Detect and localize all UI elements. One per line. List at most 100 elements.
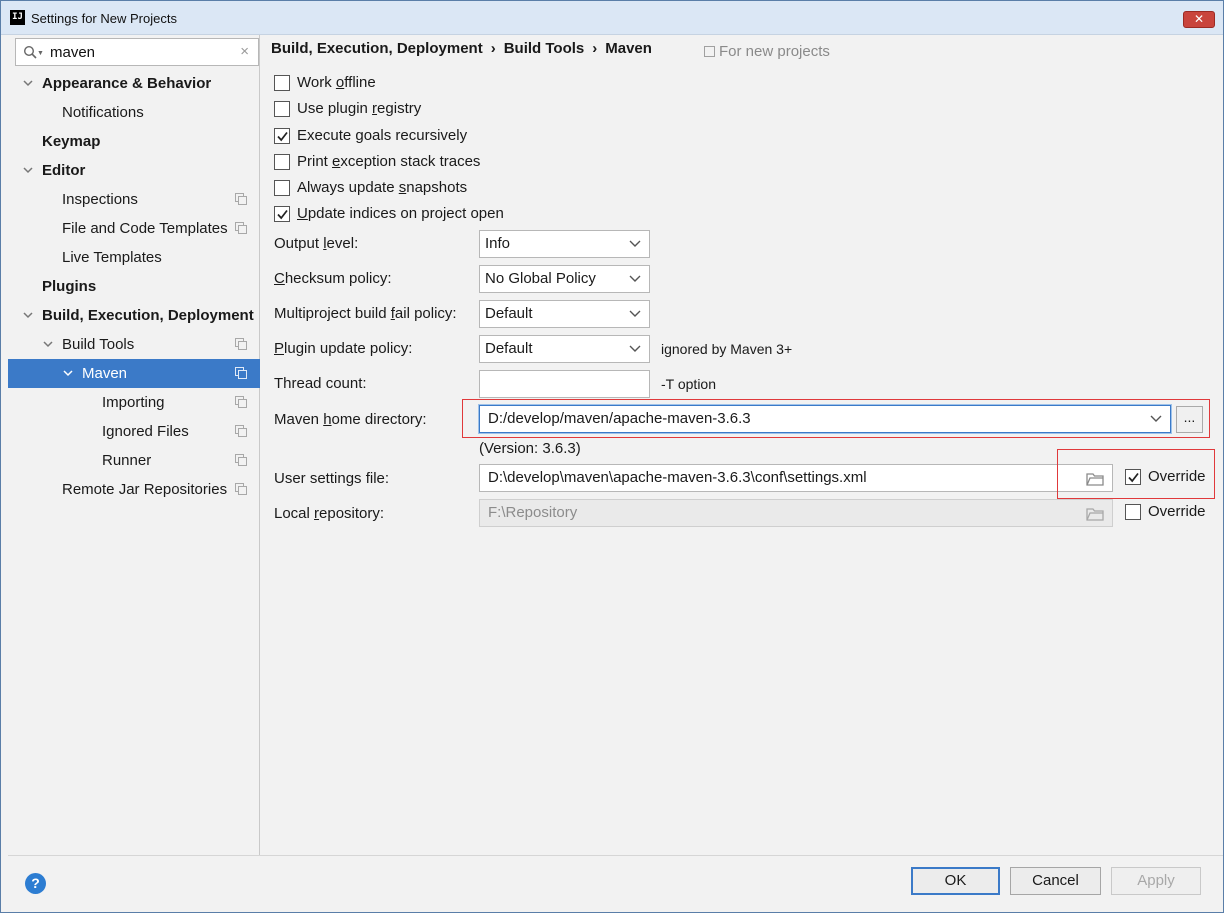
maven-version-label: (Version: 3.6.3) (479, 440, 581, 457)
multiproject-fail-policy-select[interactable]: Default (479, 300, 650, 328)
tree-item-label: Plugins (42, 278, 97, 295)
checkbox-box[interactable] (274, 101, 290, 117)
breadcrumb-separator: › (592, 40, 598, 57)
checkbox-box[interactable] (274, 154, 290, 170)
search-value: maven (50, 44, 96, 61)
user-settings-input[interactable]: D:\develop\maven\apache-maven-3.6.3\conf… (479, 464, 1113, 492)
output-level-select[interactable]: Info (479, 230, 650, 258)
tree-item[interactable]: Build Tools (8, 330, 260, 359)
project-scope-icon (235, 193, 247, 205)
tree-item-label: Appearance & Behavior (42, 75, 212, 92)
search-history-chevron-icon[interactable]: ▼ (37, 50, 44, 57)
tree-item[interactable]: Live Templates (8, 243, 260, 272)
checksum-policy-select[interactable]: No Global Policy (479, 265, 650, 293)
app-logo-icon: IJ (10, 10, 25, 25)
tree-item[interactable]: Keymap (8, 127, 260, 156)
project-scope-icon (235, 425, 247, 437)
tree-item[interactable]: Importing (8, 388, 260, 417)
tree-item[interactable]: Remote Jar Repositories (8, 475, 260, 504)
tree-item[interactable]: Notifications (8, 98, 260, 127)
tree-item-label: Notifications (62, 104, 144, 121)
close-icon[interactable]: ✕ (1183, 11, 1215, 28)
expand-arrow-icon[interactable] (22, 164, 34, 176)
tree-item-label: Remote Jar Repositories (62, 481, 228, 498)
checkbox-box[interactable] (274, 180, 290, 196)
checkbox-label: Update indices on project open (297, 205, 504, 222)
clear-search-icon[interactable]: × (240, 43, 249, 60)
settings-sidebar: ▼ maven × Appearance & Behavior Notificat… (8, 35, 260, 855)
checkbox-box[interactable] (274, 206, 290, 222)
breadcrumb-item[interactable]: Build, Execution, Deployment (271, 40, 483, 57)
tree-item-label: File and Code Templates (62, 220, 228, 237)
checkbox-label: Work offline (297, 74, 376, 91)
local-repository-input[interactable]: F:\Repository (479, 499, 1113, 527)
tree-item-label: Build Tools (62, 336, 135, 353)
tree-item[interactable]: Maven (8, 359, 260, 388)
tree-item-label: Ignored Files (102, 423, 189, 440)
tree-item[interactable]: Editor (8, 156, 260, 185)
project-scope-icon (235, 483, 247, 495)
plugin-update-policy-select[interactable]: Default (479, 335, 650, 363)
tree-item[interactable]: Runner (8, 446, 260, 475)
title-bar: IJ Settings for New Projects ✕ (1, 1, 1223, 35)
folder-icon[interactable] (1086, 506, 1104, 521)
tree-item[interactable]: Ignored Files (8, 417, 260, 446)
help-icon[interactable]: ? (25, 873, 46, 894)
chevron-down-icon (629, 275, 641, 282)
thread-count-hint: -T option (661, 376, 716, 392)
plugin-update-hint: ignored by Maven 3+ (661, 341, 793, 357)
checkbox-label: Override (1148, 503, 1206, 520)
search-input[interactable]: ▼ maven × (15, 38, 259, 66)
chevron-down-icon (629, 310, 641, 317)
ok-button[interactable]: OK (911, 867, 1000, 895)
expand-arrow-icon[interactable] (22, 77, 34, 89)
multiproject-fail-policy-label: Multiproject build fail policy: (274, 305, 457, 322)
tree-item-label: Editor (42, 162, 86, 179)
checkbox-box[interactable] (274, 75, 290, 91)
tree-item-label: Keymap (42, 133, 101, 150)
user-settings-label: User settings file: (274, 470, 390, 487)
plugin-update-policy-label: Plugin update policy: (274, 340, 413, 357)
breadcrumb: Build, Execution, Deployment › Build Tools… (271, 40, 652, 57)
search-icon (23, 45, 37, 59)
tree-item[interactable]: Plugins (8, 272, 260, 301)
window-title: Settings for New Projects (31, 11, 177, 26)
cancel-button[interactable]: Cancel (1010, 867, 1101, 895)
thread-count-input[interactable] (479, 370, 650, 398)
tree-item-label: Live Templates (62, 249, 162, 266)
breadcrumb-item: Maven (605, 40, 652, 57)
tree-item[interactable]: Inspections (8, 185, 260, 214)
project-scope-icon (704, 46, 715, 57)
tree-item-label: Build, Execution, Deployment (42, 307, 254, 324)
tree-item-label: Maven (82, 365, 128, 382)
tree-item[interactable]: File and Code Templates (8, 214, 260, 243)
project-scope-icon (235, 367, 247, 379)
project-scope-icon (235, 454, 247, 466)
expand-arrow-icon[interactable] (22, 309, 34, 321)
dialog-footer: ? OK Cancel Apply (8, 855, 1223, 912)
for-new-projects-label: For new projects (704, 43, 830, 60)
expand-arrow-icon[interactable] (62, 367, 74, 379)
project-scope-icon (235, 338, 247, 350)
apply-button[interactable]: Apply (1111, 867, 1201, 895)
local-repository-label: Local repository: (274, 505, 385, 522)
expand-arrow-icon[interactable] (42, 338, 54, 350)
chevron-down-icon (629, 345, 641, 352)
checkbox-label: Execute goals recursively (297, 127, 468, 144)
checkbox-box[interactable] (274, 128, 290, 144)
chevron-down-icon (629, 240, 641, 247)
breadcrumb-item[interactable]: Build Tools (504, 40, 585, 57)
breadcrumb-separator: › (490, 40, 496, 57)
tree-item[interactable]: Appearance & Behavior (8, 69, 260, 98)
highlight-box (1057, 449, 1215, 499)
output-level-label: Output level: (274, 235, 359, 252)
checkbox-box[interactable] (1125, 504, 1141, 520)
settings-window: IJ Settings for New Projects ✕ ▼ maven ×… (0, 0, 1224, 913)
tree-item[interactable]: Build, Execution, Deployment (8, 301, 260, 330)
tree-item-label: Importing (102, 394, 165, 411)
checkbox-label: Always update snapshots (297, 179, 468, 196)
maven-settings-panel: Build, Execution, Deployment › Build Tools… (261, 35, 1223, 855)
maven-home-label: Maven home directory: (274, 411, 427, 428)
project-scope-icon (235, 222, 247, 234)
checkbox-label: Use plugin registry (297, 100, 422, 117)
